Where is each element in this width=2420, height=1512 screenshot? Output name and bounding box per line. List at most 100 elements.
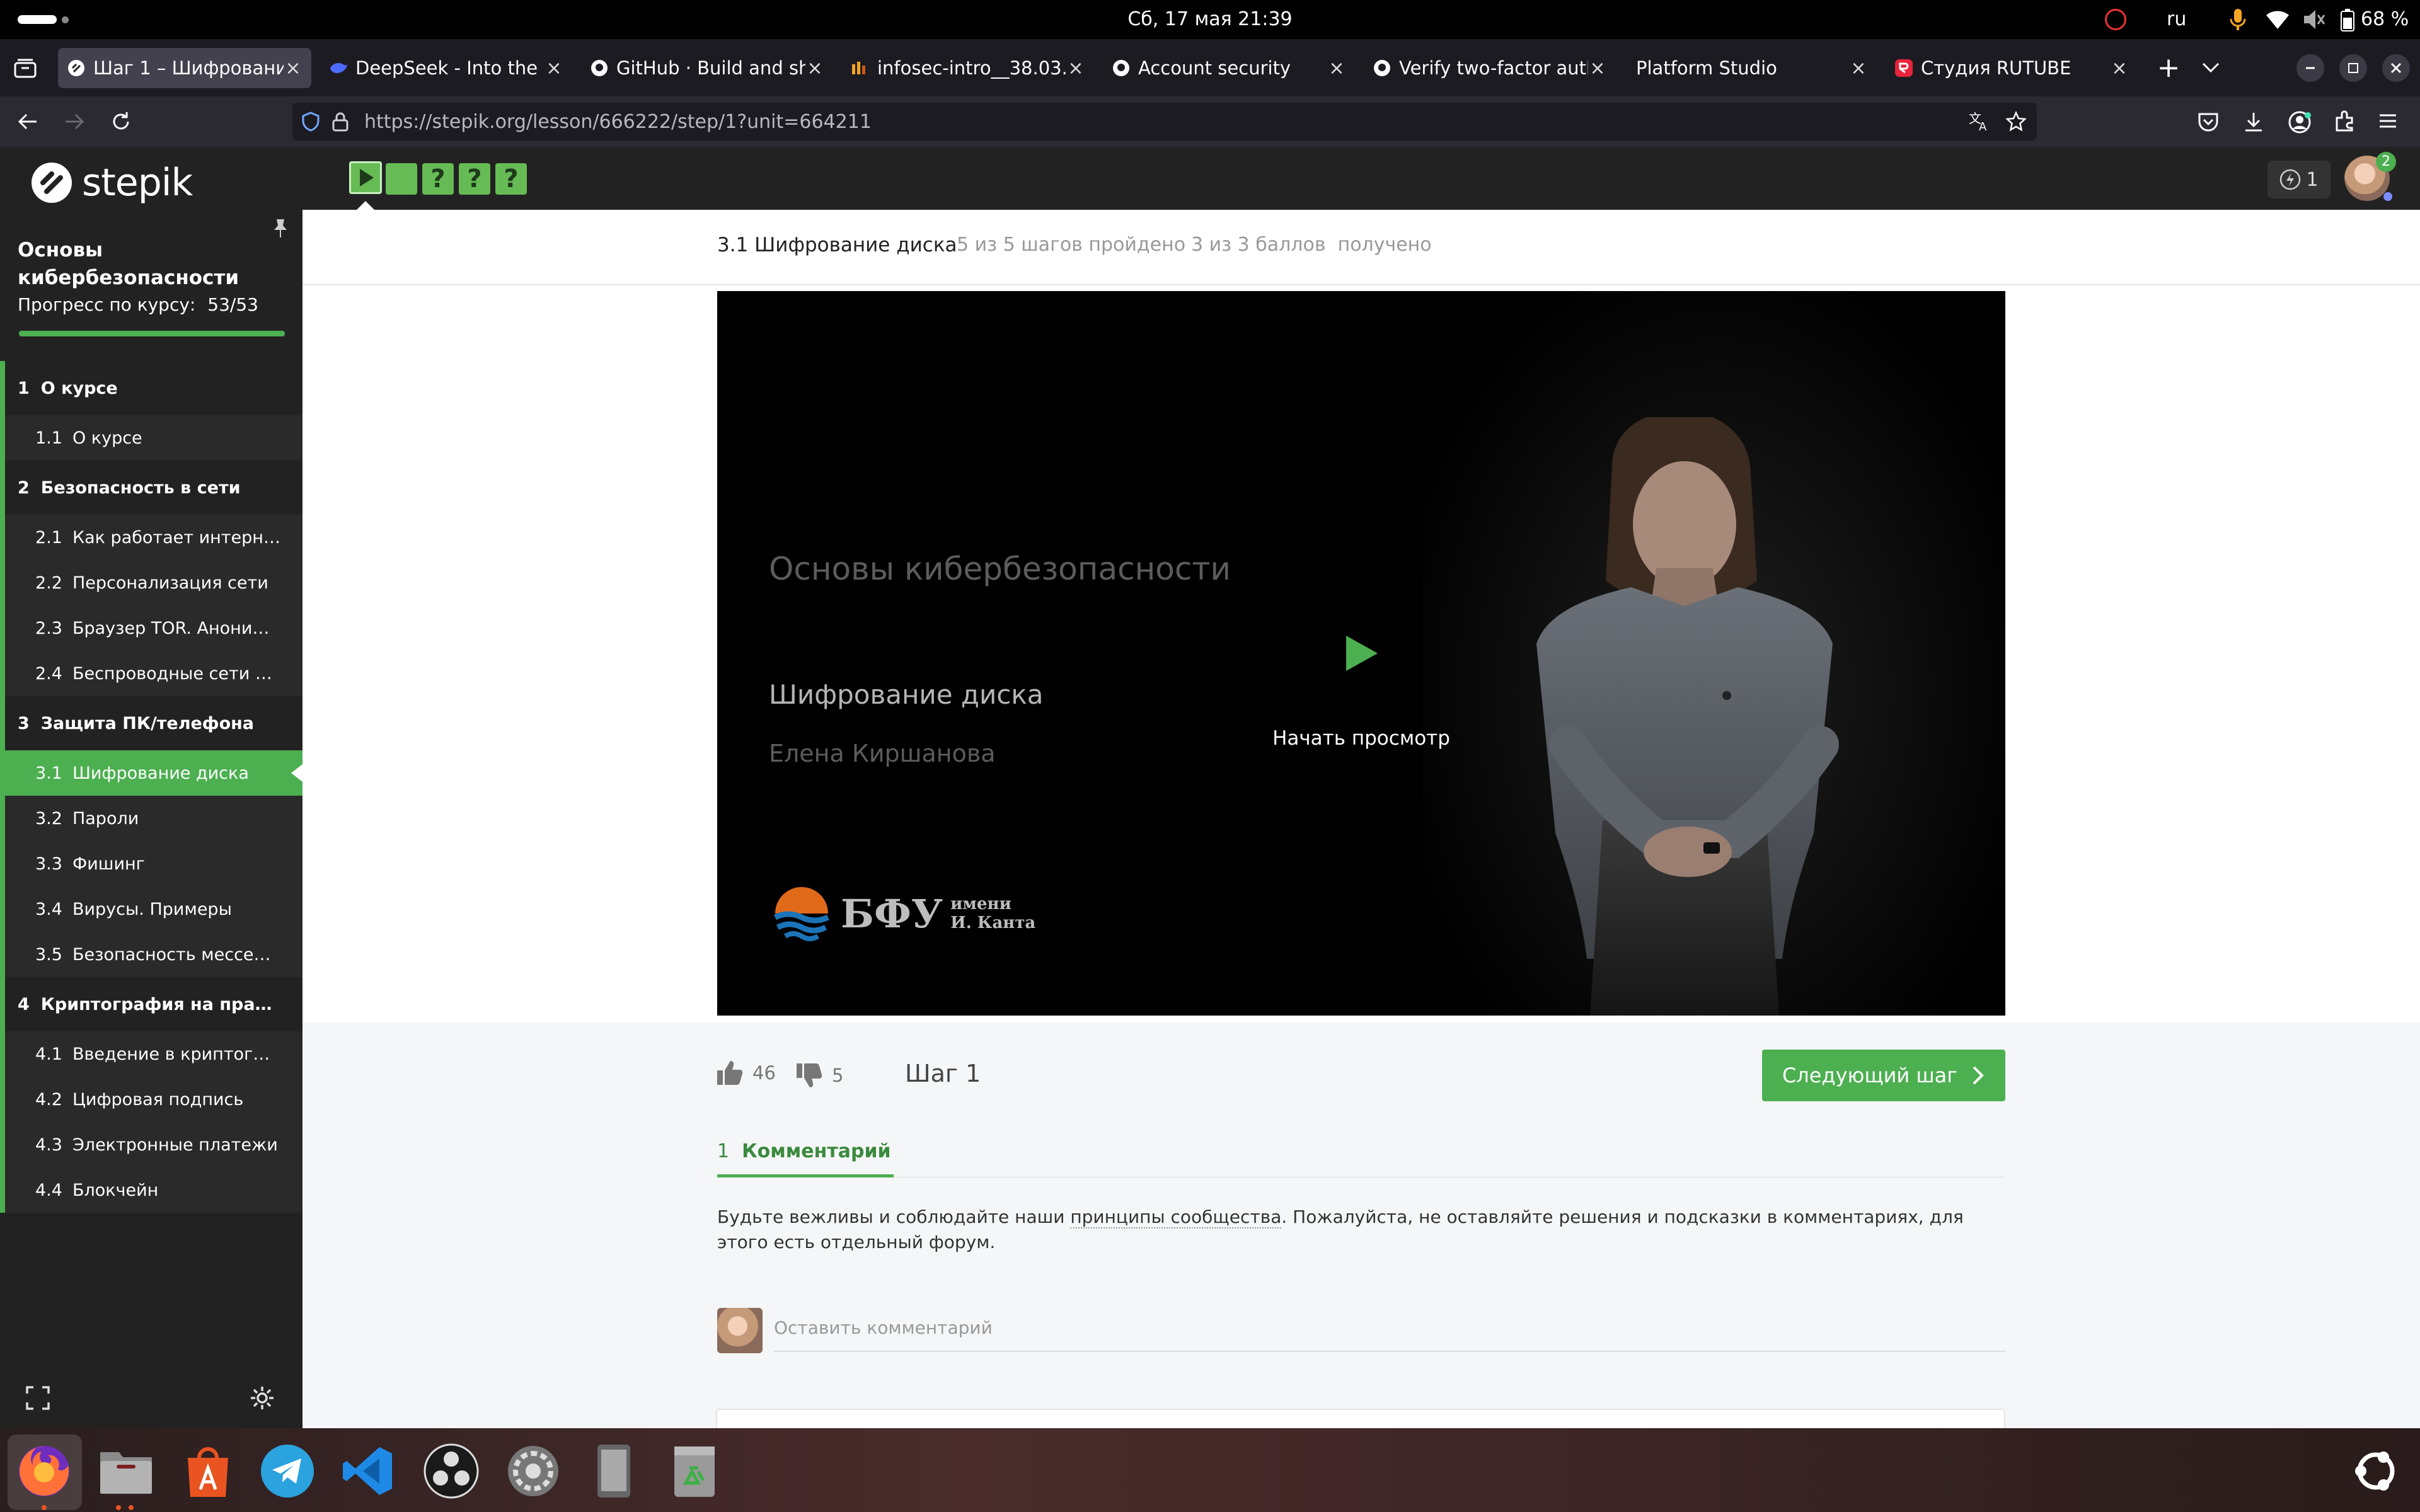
clock[interactable]: Сб, 17 мая 21:39 <box>0 0 2420 39</box>
tab-infosec[interactable]: infosec-intro__38.03.0 × <box>842 48 1094 88</box>
tab-verify-2fa[interactable]: Verify two-factor authentication × <box>1364 48 1616 88</box>
downloads-icon[interactable] <box>2242 110 2265 133</box>
step-indicator-text[interactable] <box>386 163 417 195</box>
settings-gear-icon[interactable] <box>250 1385 275 1411</box>
lesson-item[interactable]: 4.3 Электронные платежи <box>0 1122 302 1167</box>
lesson-number: 4.3 <box>35 1135 62 1155</box>
close-icon[interactable]: × <box>1588 57 1607 79</box>
comments-tab[interactable]: 1 Комментарий <box>717 1140 891 1162</box>
start-watching-label[interactable]: Начать просмотр <box>1172 727 1550 750</box>
files-icon[interactable] <box>96 1441 156 1501</box>
course-title[interactable]: Основы кибербезопасности <box>18 236 239 292</box>
close-icon[interactable]: × <box>805 57 824 79</box>
chevron-down-icon[interactable] <box>2201 60 2221 74</box>
next-step-button[interactable]: Следующий шаг <box>1762 1050 2005 1101</box>
menu-icon[interactable] <box>2377 110 2399 132</box>
tab-platform-studio[interactable]: Platform Studio × <box>1625 48 1877 88</box>
microphone-icon[interactable] <box>2228 8 2247 32</box>
active-lesson-pointer <box>291 764 302 782</box>
trash-icon[interactable] <box>664 1441 725 1501</box>
obs-tray-icon[interactable] <box>2105 9 2126 30</box>
close-window-button[interactable] <box>2382 54 2410 82</box>
play-button[interactable] <box>1342 634 1380 673</box>
translate-icon[interactable]: 文A <box>1969 112 1990 132</box>
lesson-item[interactable]: 3.5 Безопасность мессенджеров <box>0 932 302 977</box>
shield-icon[interactable] <box>301 112 320 132</box>
maximize-button[interactable] <box>2339 54 2367 82</box>
streak-badge[interactable]: 1 <box>2267 161 2331 198</box>
url-text[interactable]: https://stepik.org/lesson/666222/step/1?… <box>364 111 872 133</box>
comment-input[interactable]: Оставить комментарий <box>774 1314 2005 1352</box>
keyboard-layout[interactable]: ru <box>2167 0 2186 39</box>
volume-muted-icon[interactable] <box>2303 9 2325 30</box>
lesson-item[interactable]: 2.1 Как работает интернет: DNS, IP <box>0 515 302 560</box>
lesson-item[interactable]: 3.1 Шифрование диска <box>0 750 302 796</box>
slide-title: Основы кибербезопасности <box>769 551 1231 587</box>
avatar[interactable]: 2 <box>2344 152 2396 201</box>
dislike-button[interactable]: 5 <box>795 1062 843 1089</box>
stepik-logo[interactable]: stepik <box>30 161 193 205</box>
account-icon[interactable] <box>2288 110 2312 134</box>
settings-icon[interactable] <box>503 1441 563 1501</box>
battery-icon[interactable] <box>2341 9 2354 32</box>
tab-stepik-active[interactable]: Шаг 1 – Шифрование × <box>58 48 311 88</box>
show-apps-icon[interactable] <box>2346 1441 2406 1501</box>
firefox-icon[interactable] <box>14 1441 74 1501</box>
lesson-item[interactable]: 3.2 Пароли <box>0 796 302 841</box>
star-icon[interactable] <box>2005 111 2027 132</box>
module-item[interactable]: 4 Криптография на практике <box>0 977 302 1031</box>
like-button[interactable]: 46 <box>716 1060 776 1086</box>
forward-icon[interactable] <box>63 110 86 133</box>
lesson-title[interactable]: 3.1 Шифрование диска <box>717 234 957 256</box>
reload-icon[interactable] <box>110 110 132 133</box>
new-tab-button[interactable]: + <box>2152 48 2186 88</box>
minimize-button[interactable] <box>2296 54 2324 82</box>
step-indicator-quiz[interactable]: ? <box>495 163 527 195</box>
module-item[interactable]: 3 Защита ПК/телефона <box>0 696 302 750</box>
comment-rules-text: Будьте вежливы и соблюдайте наши <box>717 1206 1071 1227</box>
lesson-item[interactable]: 3.4 Вирусы. Примеры <box>0 886 302 932</box>
module-item[interactable]: 1 О курсе <box>0 361 302 415</box>
fullscreen-icon[interactable] <box>25 1385 50 1411</box>
close-icon[interactable]: × <box>1849 57 1868 79</box>
tab-account-security[interactable]: Account security × <box>1103 48 1355 88</box>
lesson-item[interactable]: 3.3 Фишинг <box>0 841 302 886</box>
lesson-item[interactable]: 1.1 О курсе <box>0 415 302 461</box>
url-bar[interactable]: https://stepik.org/lesson/666222/step/1?… <box>292 103 2037 140</box>
lesson-item[interactable]: 2.2 Персонализация сети <box>0 560 302 605</box>
step-label: Шаг 1 <box>905 1060 981 1087</box>
video-player[interactable]: Основы кибербезопасности Шифрование диск… <box>717 291 2005 1016</box>
close-icon[interactable]: × <box>284 57 302 79</box>
close-icon[interactable]: × <box>1327 57 1346 79</box>
step-indicator-quiz[interactable]: ? <box>422 163 454 195</box>
app-center-icon[interactable] <box>178 1441 238 1501</box>
lesson-item[interactable]: 4.4 Блокчейн <box>0 1167 302 1213</box>
pocket-icon[interactable] <box>2197 110 2220 133</box>
close-icon[interactable]: × <box>2110 57 2129 79</box>
lesson-item[interactable]: 4.1 Введение в криптографию <box>0 1031 302 1077</box>
tab-github[interactable]: GitHub · Build and ship × <box>581 48 833 88</box>
tab-list-icon[interactable] <box>14 58 37 78</box>
close-icon[interactable]: × <box>1066 57 1085 79</box>
comments-count: 1 <box>717 1140 730 1162</box>
lock-icon[interactable] <box>331 112 349 132</box>
extensions-icon[interactable] <box>2333 110 2356 133</box>
tab-rutube[interactable]: Студия RUTUBE × <box>1886 48 2138 88</box>
lesson-item[interactable]: 2.4 Беспроводные сети Wi-fi <box>0 651 302 696</box>
close-icon[interactable]: × <box>544 57 563 79</box>
pin-icon[interactable] <box>271 217 290 240</box>
battery-percent: 68 % <box>2361 8 2409 30</box>
step-indicator-quiz[interactable]: ? <box>459 163 490 195</box>
tab-deepseek[interactable]: DeepSeek - Into the Unknown × <box>320 48 572 88</box>
wifi-icon[interactable] <box>2265 9 2290 30</box>
lesson-item[interactable]: 2.3 Браузер TOR. Анонимность <box>0 605 302 651</box>
obs-icon[interactable] <box>421 1441 481 1501</box>
phone-icon[interactable] <box>584 1441 644 1501</box>
community-rules-link[interactable]: принципы сообщества <box>1070 1206 1282 1228</box>
module-item[interactable]: 2 Безопасность в сети <box>0 461 302 515</box>
step-indicator-video[interactable] <box>349 161 382 194</box>
telegram-icon[interactable] <box>257 1441 318 1501</box>
lesson-item[interactable]: 4.2 Цифровая подпись <box>0 1077 302 1122</box>
vscode-icon[interactable] <box>338 1441 398 1501</box>
back-icon[interactable] <box>16 110 39 133</box>
